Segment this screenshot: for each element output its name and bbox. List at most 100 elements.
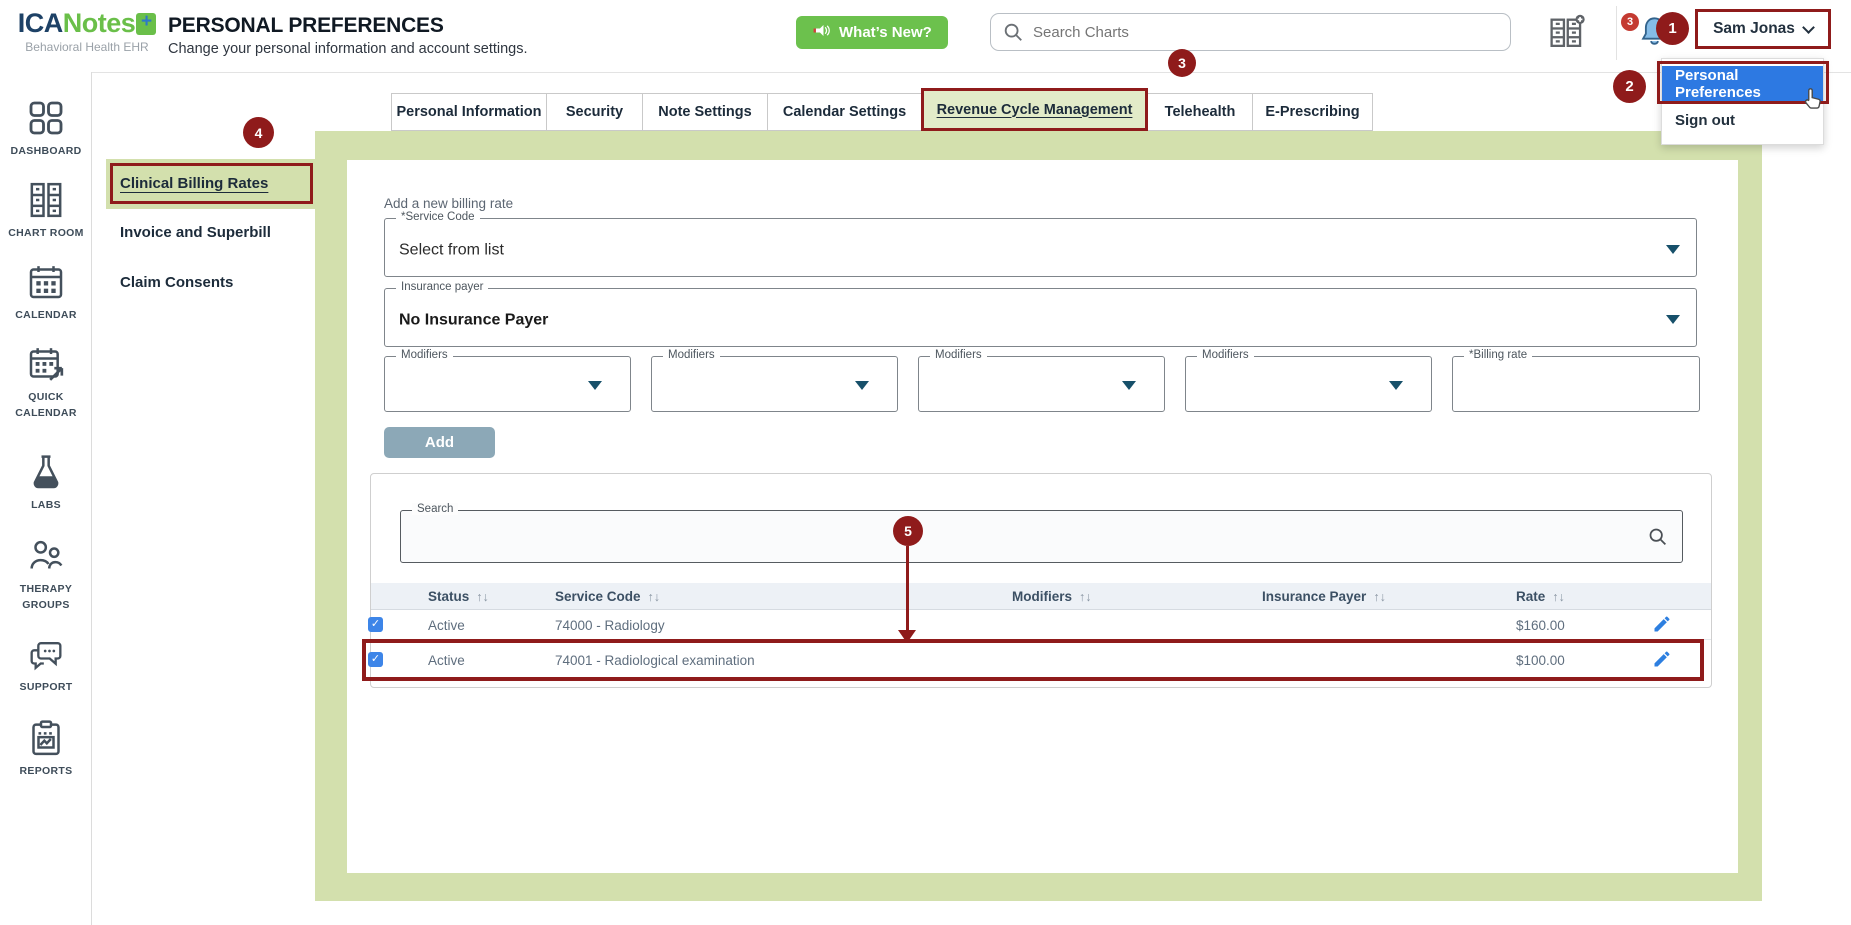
modifier-select-1[interactable]: Modifiers <box>384 356 631 412</box>
column-header-modifiers[interactable]: Modifiers↑↓ <box>1012 589 1092 604</box>
column-header-status[interactable]: Status↑↓ <box>428 589 489 604</box>
cell-rate: $160.00 <box>1516 618 1565 633</box>
tab-e-prescribing[interactable]: E-Prescribing <box>1252 93 1373 131</box>
modifier-select-2[interactable]: Modifiers <box>651 356 898 412</box>
whats-new-button[interactable]: What’s New? <box>796 16 948 49</box>
sidebar-item-labs[interactable]: LABS <box>0 452 92 513</box>
tab-calendar-settings[interactable]: Calendar Settings <box>767 93 922 131</box>
row-checkbox[interactable]: ✓ <box>368 617 383 632</box>
chart-room-icon <box>26 180 66 220</box>
dropdown-arrow-icon <box>1122 381 1136 390</box>
modifier-label: Modifiers <box>663 349 720 361</box>
dashboard-icon <box>26 98 66 138</box>
header-divider <box>1616 6 1617 60</box>
logo-plus-document-icon <box>136 13 156 35</box>
annotation-step-4: 4 <box>243 117 274 148</box>
modifier-label: Modifiers <box>930 349 987 361</box>
dropdown-arrow-icon <box>1666 315 1680 324</box>
cell-status: Active <box>428 653 465 668</box>
logo-tagline: Behavioral Health EHR <box>12 40 162 54</box>
sort-icon[interactable]: ↑↓ <box>1079 590 1092 604</box>
insurance-payer-select[interactable]: Insurance payer No Insurance Payer <box>384 288 1697 347</box>
cell-status: Active <box>428 618 465 633</box>
quick-calendar-icon <box>26 344 66 384</box>
submenu-item-clinical-billing-rates[interactable]: Clinical Billing Rates <box>120 175 268 192</box>
sidebar-item-chart-room[interactable]: CHART ROOM <box>0 180 92 241</box>
sidebar-item-reports[interactable]: REPORTS <box>0 718 92 779</box>
service-code-value: Select from list <box>399 241 504 259</box>
chevron-down-icon <box>1802 21 1815 34</box>
page-subtitle: Change your personal information and acc… <box>168 41 528 57</box>
column-header-service-code[interactable]: Service Code↑↓ <box>555 589 660 604</box>
calendar-icon <box>26 262 66 302</box>
tab-note-settings[interactable]: Note Settings <box>642 93 768 131</box>
submenu-item-claim-consents[interactable]: Claim Consents <box>120 274 233 291</box>
tab-personal-information[interactable]: Personal Information <box>391 93 547 131</box>
table-search-field: Search <box>400 510 1683 563</box>
tab-telehealth[interactable]: Telehealth <box>1147 93 1253 131</box>
dropdown-arrow-icon <box>1389 381 1403 390</box>
search-icon <box>1002 21 1024 48</box>
sidebar-item-therapy-groups[interactable]: THERAPY GROUPS <box>0 536 92 614</box>
table-search-icon[interactable] <box>1647 526 1668 552</box>
row-checkbox[interactable]: ✓ <box>368 652 383 667</box>
search-charts <box>990 13 1511 51</box>
logo-notes: Notes <box>63 8 136 38</box>
sort-icon[interactable]: ↑↓ <box>648 590 661 604</box>
insurance-payer-label: Insurance payer <box>396 281 488 293</box>
sidebar-item-calendar[interactable]: CALENDAR <box>0 262 92 323</box>
search-charts-input[interactable] <box>990 13 1511 51</box>
modifier-select-3[interactable]: Modifiers <box>918 356 1165 412</box>
insurance-payer-value: No Insurance Payer <box>399 311 548 329</box>
billing-rate-input[interactable]: *Billing rate <box>1452 356 1700 412</box>
dropdown-arrow-icon <box>855 381 869 390</box>
service-code-select[interactable]: *Service Code Select from list <box>384 218 1697 277</box>
sort-icon[interactable]: ↑↓ <box>1373 590 1386 604</box>
sidebar-item-dashboard[interactable]: DASHBOARD <box>0 98 92 159</box>
annotation-arrow-head <box>898 630 916 643</box>
annotation-step-5: 5 <box>893 516 923 546</box>
logo-ica: ICA <box>18 8 63 38</box>
add-billing-rate-section-label: Add a new billing rate <box>384 196 513 211</box>
tab-revenue-cycle-management[interactable]: Revenue Cycle Management <box>921 88 1148 131</box>
sort-icon[interactable]: ↑↓ <box>1552 590 1565 604</box>
header-bottom-border <box>92 72 1851 73</box>
support-icon <box>26 634 66 674</box>
add-chart-cabinet-icon[interactable] <box>1547 13 1587 54</box>
logo-wordmark: ICANotes <box>12 8 162 39</box>
reports-icon <box>26 718 66 758</box>
sidebar-item-quick-calendar[interactable]: QUICK CALENDAR <box>0 344 92 422</box>
modifier-select-4[interactable]: Modifiers <box>1185 356 1432 412</box>
annotation-arrow-line <box>906 546 909 631</box>
sidebar-item-support[interactable]: SUPPORT <box>0 634 92 695</box>
column-header-insurance-payer[interactable]: Insurance Payer↑↓ <box>1262 589 1386 604</box>
labs-icon <box>26 452 66 492</box>
preferences-tab-bar: Personal Information Security Note Setti… <box>392 93 1373 131</box>
cell-rate: $100.00 <box>1516 653 1565 668</box>
dropdown-arrow-icon <box>1666 245 1680 254</box>
service-code-label: *Service Code <box>396 211 480 223</box>
megaphone-icon <box>812 21 831 44</box>
hand-cursor-icon <box>1799 86 1825 119</box>
sort-icon[interactable]: ↑↓ <box>476 590 489 604</box>
annotation-step-3: 3 <box>1168 49 1196 77</box>
therapy-groups-icon <box>26 536 66 576</box>
table-search-input[interactable] <box>413 521 1633 555</box>
annotation-step-2: 2 <box>1613 70 1646 103</box>
edit-pencil-icon[interactable] <box>1652 614 1672 639</box>
main-sidebar: DASHBOARD CHART ROOM CALENDAR QUICK CALE… <box>0 72 92 925</box>
add-button[interactable]: Add <box>384 427 495 458</box>
whats-new-label: What’s New? <box>839 24 932 41</box>
user-name: Sam Jonas <box>1713 20 1795 38</box>
column-header-rate[interactable]: Rate↑↓ <box>1516 589 1565 604</box>
cell-service-code: 74000 - Radiology <box>555 618 665 633</box>
billing-rate-label: *Billing rate <box>1464 349 1532 361</box>
edit-pencil-icon[interactable] <box>1652 649 1672 674</box>
icanotes-logo[interactable]: ICANotes Behavioral Health EHR <box>12 8 162 54</box>
dropdown-arrow-icon <box>588 381 602 390</box>
submenu-item-invoice-and-superbill[interactable]: Invoice and Superbill <box>120 224 271 241</box>
tab-security[interactable]: Security <box>546 93 643 131</box>
user-menu-trigger[interactable]: Sam Jonas <box>1695 9 1831 49</box>
page-title: PERSONAL PREFERENCES <box>168 14 444 38</box>
table-search-label: Search <box>412 503 458 515</box>
